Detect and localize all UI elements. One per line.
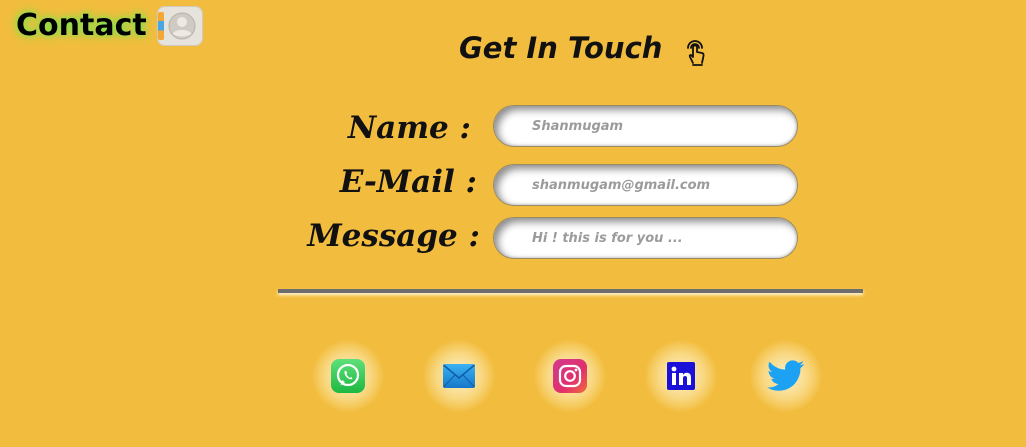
mail-icon <box>442 364 476 388</box>
name-field[interactable] <box>493 105 798 147</box>
twitter-icon <box>767 360 805 391</box>
email-label: E-Mail : <box>339 164 477 200</box>
touch-pointer-icon <box>680 36 710 72</box>
email-field[interactable] <box>493 164 798 206</box>
instagram-icon <box>553 359 587 393</box>
whatsapp-icon <box>331 359 365 393</box>
message-field[interactable] <box>493 217 798 259</box>
divider <box>278 289 863 293</box>
whatsapp-link[interactable] <box>312 340 384 412</box>
name-label: Name : <box>347 110 471 146</box>
linkedin-icon <box>667 362 695 390</box>
message-label: Message : <box>307 218 480 254</box>
page-title: Get In Touch <box>459 31 663 65</box>
linkedin-link[interactable] <box>645 340 717 412</box>
brand: Contact <box>16 6 203 46</box>
contact-book-icon <box>156 6 203 46</box>
instagram-link[interactable] <box>534 340 606 412</box>
email-link[interactable] <box>423 340 495 412</box>
brand-title: Contact <box>16 8 147 43</box>
twitter-link[interactable] <box>750 340 822 412</box>
